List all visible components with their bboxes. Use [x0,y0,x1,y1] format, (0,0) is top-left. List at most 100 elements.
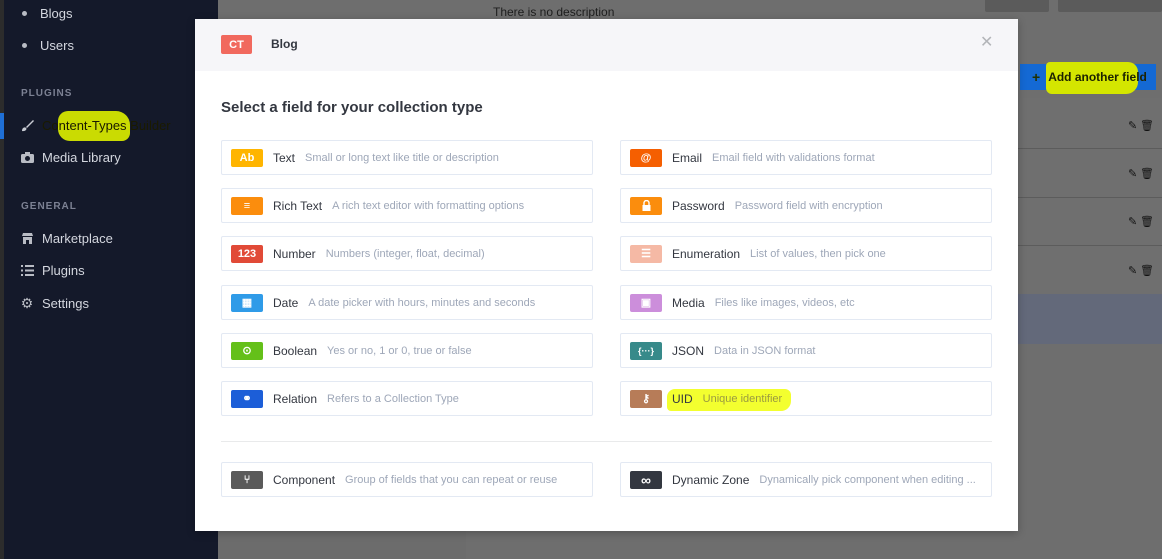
enumeration-icon: ☰ [630,244,662,263]
section-divider [221,441,992,442]
field-type-boolean[interactable]: ⊙ Boolean Yes or no, 1 or 0, true or fal… [221,333,593,368]
sidebar-item-label: Marketplace [42,230,113,246]
sidebar-item-label: Users [40,37,74,53]
page-description: There is no description [493,5,615,19]
sidebar-item-settings[interactable]: ⚙ Settings [20,293,89,313]
add-another-field-button[interactable]: + Add another field [1020,62,1156,94]
add-field-label: Add another field [1048,70,1147,84]
pencil-icon[interactable]: ✎ [1128,119,1137,132]
field-type-description: A rich text editor with formatting optio… [332,199,525,212]
plugins-section-title: PLUGINS [21,88,73,99]
row-actions: ✎ 🗑 [1128,215,1154,228]
sidebar-item-label: Plugins [42,262,85,278]
field-type-description: Unique identifier [702,392,783,405]
row-divider [1018,148,1162,149]
field-type-json[interactable]: {···} JSON Data in JSON format [620,333,992,368]
relation-icon: ⚭ [231,389,263,408]
text-icon: Ab [231,148,263,167]
field-type-uid[interactable]: ⚷ UID Unique identifier [620,381,992,416]
left-sidebar: Blogs Users PLUGINS Content-Types Builde… [0,0,218,559]
field-type-description: Numbers (integer, float, decimal) [325,247,485,260]
sidebar-edge [0,0,4,559]
field-type-description: Dynamically pick component when editing … [759,473,976,486]
bullet-icon [22,42,27,48]
sidebar-item-users[interactable]: Users [20,35,74,55]
field-type-description: List of values, then pick one [750,247,886,260]
sidebar-item-content-types-builder[interactable]: Content-Types Builder [20,115,171,135]
field-type-modal: CT Blog ✕ Select a field for your collec… [195,19,1018,531]
pencil-icon[interactable]: ✎ [1128,264,1137,277]
pencil-icon[interactable]: ✎ [1128,215,1137,228]
background-footer-band [1018,294,1162,344]
modal-header-title: Blog [271,37,298,51]
close-icon[interactable]: ✕ [980,35,993,51]
trash-icon[interactable]: 🗑 [1140,119,1154,132]
sidebar-item-media-library[interactable]: Media Library [20,147,121,167]
field-type-name: Dynamic Zone [672,472,750,487]
field-type-password[interactable]: Password Password field with encryption [620,188,992,223]
field-type-name: Number [273,246,316,261]
image-icon: ▣ [630,293,662,312]
trash-icon[interactable]: 🗑 [1140,215,1154,228]
row-actions: ✎ 🗑 [1128,119,1154,132]
field-type-name: Password [672,198,725,213]
sidebar-item-label: Blogs [40,5,73,21]
field-type-rich-text[interactable]: ≡ Rich Text A rich text editor with form… [221,188,593,223]
row-divider [1018,197,1162,198]
field-type-media[interactable]: ▣ Media Files like images, videos, etc [620,285,992,320]
field-type-name: Component [273,472,336,487]
at-icon: @ [630,148,662,167]
field-type-description: Group of fields that you can repeat or r… [345,473,558,486]
field-type-email[interactable]: @ Email Email field with validations for… [620,140,992,175]
field-type-description: Email field with validations format [712,151,875,164]
field-type-name: Boolean [273,343,318,358]
field-type-name: Text [273,150,296,165]
field-type-description: Data in JSON format [714,344,816,357]
json-icon: {···} [630,341,662,360]
sidebar-item-marketplace[interactable]: Marketplace [20,228,113,248]
cancel-button[interactable] [985,0,1049,12]
field-type-relation[interactable]: ⚭ Relation Refers to a Collection Type [221,381,593,416]
general-section-title: GENERAL [21,201,77,212]
field-type-enumeration[interactable]: ☰ Enumeration List of values, then pick … [620,236,992,271]
infinity-icon: ∞ [630,470,662,489]
lock-icon [630,196,662,215]
key-icon: ⚷ [630,389,662,408]
camera-icon [20,150,34,164]
row-actions: ✎ 🗑 [1128,264,1154,277]
row-divider [1018,245,1162,246]
field-type-dynamic-zone[interactable]: ∞ Dynamic Zone Dynamically pick componen… [620,462,992,497]
pencil-icon[interactable]: ✎ [1128,167,1137,180]
sidebar-item-plugins[interactable]: Plugins [20,260,85,280]
sidebar-item-label: Content-Types Builder [42,117,171,133]
row-actions: ✎ 🗑 [1128,167,1154,180]
trash-icon[interactable]: 🗑 [1140,264,1154,277]
field-type-description: Refers to a Collection Type [327,392,459,405]
plus-icon: + [1032,69,1041,85]
field-type-description: A date picker with hours, minutes and se… [308,296,536,309]
save-button[interactable] [1058,0,1162,12]
calendar-icon: ▦ [231,293,263,312]
trash-icon[interactable]: 🗑 [1140,167,1154,180]
field-type-component[interactable]: ⑂ Component Group of fields that you can… [221,462,593,497]
active-indicator [0,113,4,139]
modal-title: Select a field for your collection type [221,99,483,116]
modal-header: CT Blog ✕ [195,19,1018,71]
field-type-name: UID [672,391,693,406]
paintbrush-icon [20,118,34,132]
gear-icon: ⚙ [20,294,34,311]
field-type-name: Rich Text [273,198,323,213]
field-type-name: JSON [672,343,705,358]
field-type-date[interactable]: ▦ Date A date picker with hours, minutes… [221,285,593,320]
field-type-name: Email [672,150,703,165]
field-type-name: Enumeration [672,246,741,261]
sidebar-item-blogs[interactable]: Blogs [20,3,73,23]
field-type-name: Date [273,295,299,310]
field-type-name: Media [672,295,705,310]
field-type-name: Relation [273,391,318,406]
sidebar-item-label: Settings [42,295,89,311]
field-type-text[interactable]: Ab Text Small or long text like title or… [221,140,593,175]
field-type-description: Small or long text like title or descrip… [305,151,499,164]
field-type-number[interactable]: 123 Number Numbers (integer, float, deci… [221,236,593,271]
field-type-description: Password field with encryption [734,199,883,212]
